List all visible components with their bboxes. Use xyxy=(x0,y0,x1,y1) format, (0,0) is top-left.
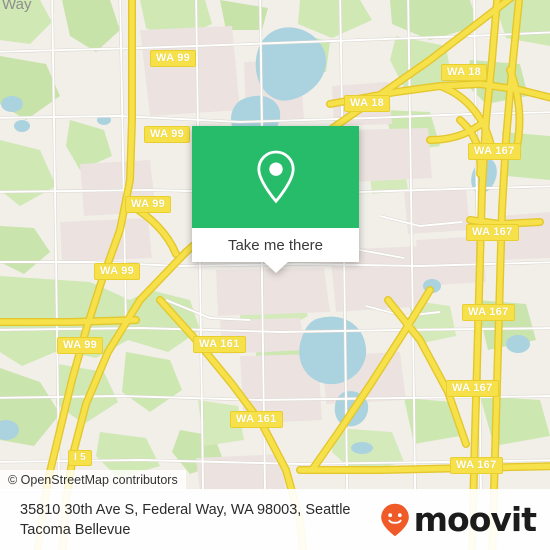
popup-pin-area xyxy=(192,126,359,228)
address-text: 35810 30th Ave S, Federal Way, WA 98003,… xyxy=(20,500,350,540)
shield-wa-99-3[interactable]: WA 99 xyxy=(125,196,172,213)
shield-wa-167-2[interactable]: WA 167 xyxy=(466,224,519,241)
shield-wa-18-1[interactable]: WA 18 xyxy=(441,64,488,81)
map-pin-icon xyxy=(256,150,295,204)
popup-cta-area[interactable]: Take me there xyxy=(192,228,359,262)
shield-wa-18-2[interactable]: WA 18 xyxy=(344,95,391,112)
shield-wa-99-1[interactable]: WA 99 xyxy=(150,50,197,67)
address-line-2: Tacoma Bellevue xyxy=(20,521,131,538)
shield-wa-99-5[interactable]: WA 99 xyxy=(57,337,104,354)
map-screenshot: Way WA 99 WA 18 WA 18 WA 99 WA 167 WA 99… xyxy=(0,0,550,550)
place-label-way: Way xyxy=(2,0,32,13)
shield-wa-167-5[interactable]: WA 167 xyxy=(450,457,503,474)
footer-bar: 35810 30th Ave S, Federal Way, WA 98003,… xyxy=(0,489,550,550)
shield-wa-167-4[interactable]: WA 167 xyxy=(446,380,499,397)
moovit-smile-pin-icon xyxy=(380,503,409,536)
moovit-logo[interactable]: moovit xyxy=(380,500,537,539)
shield-wa-167-1[interactable]: WA 167 xyxy=(468,143,521,160)
shield-wa-161-1[interactable]: WA 161 xyxy=(193,336,246,353)
shield-wa-99-4[interactable]: WA 99 xyxy=(94,263,141,280)
shield-i-5[interactable]: I 5 xyxy=(68,450,93,466)
take-me-there-label: Take me there xyxy=(227,236,324,254)
moovit-wordmark: moovit xyxy=(413,500,537,539)
shield-wa-99-2[interactable]: WA 99 xyxy=(144,126,191,143)
osm-attribution[interactable]: © OpenStreetMap contributors xyxy=(0,470,186,490)
shield-wa-167-3[interactable]: WA 167 xyxy=(462,304,515,321)
map-canvas[interactable]: Way WA 99 WA 18 WA 18 WA 99 WA 167 WA 99… xyxy=(0,0,550,550)
shield-wa-161-2[interactable]: WA 161 xyxy=(230,411,283,428)
address-line-1: 35810 30th Ave S, Federal Way, WA 98003,… xyxy=(20,501,351,518)
destination-popup[interactable]: Take me there xyxy=(192,126,359,273)
popup-tail xyxy=(263,262,288,273)
